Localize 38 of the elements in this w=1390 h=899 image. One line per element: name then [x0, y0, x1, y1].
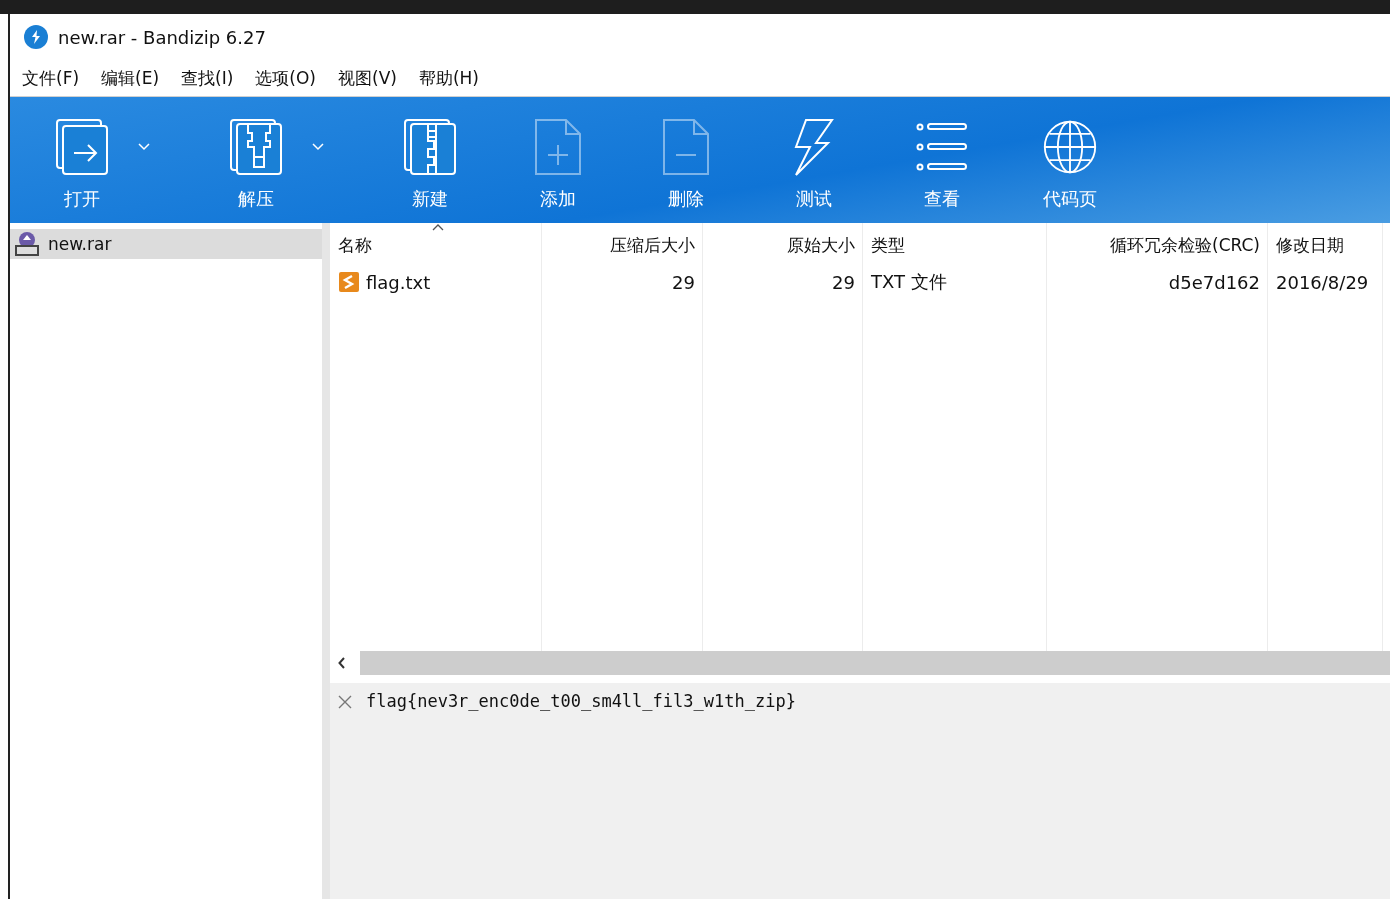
menu-item[interactable]: 文件(F): [22, 66, 80, 90]
column-header[interactable]: 修改日期: [1268, 223, 1383, 263]
column-header[interactable]: 压缩后大小: [542, 223, 703, 263]
menu-item[interactable]: 编辑(E): [101, 66, 160, 90]
toolbar-button[interactable]: 测试: [764, 97, 864, 211]
zip-archive-icon: [228, 117, 284, 177]
table-cell: d5e7d162: [1168, 271, 1260, 293]
caret-icon[interactable]: [312, 143, 324, 151]
table-cell: 29: [832, 271, 855, 293]
caret-icon[interactable]: [138, 143, 150, 151]
zip-archive-icon: [402, 117, 458, 177]
toolbar-button[interactable]: 代码页: [1020, 97, 1120, 211]
table-row[interactable]: flag.txt 29 29 TXT 文件 d5e7d162 2016/8/29: [330, 263, 1390, 301]
archive-file-icon: [14, 231, 40, 257]
sidebar-item[interactable]: new.rar: [10, 229, 322, 259]
toolbar-button[interactable]: 新建: [380, 97, 480, 211]
column-header[interactable]: 类型: [863, 223, 1047, 263]
menu-item[interactable]: 帮助(H): [418, 66, 479, 90]
scroll-left-icon[interactable]: [338, 657, 346, 669]
toolbar-button[interactable]: 打开: [32, 97, 132, 211]
toolbar-button[interactable]: 查看: [892, 97, 992, 211]
close-icon[interactable]: [338, 695, 352, 709]
table-cell: 29: [672, 271, 695, 293]
toolbar-button[interactable]: 解压: [206, 97, 306, 211]
comment-text: flag{nev3r_enc0de_t00_sm4ll_fil3_w1th_zip}: [366, 691, 796, 711]
menu-item[interactable]: 查找(I): [181, 66, 234, 90]
app-logo-icon: [24, 25, 48, 49]
table-cell: flag.txt: [366, 271, 431, 293]
column-header[interactable]: 原始大小: [703, 223, 863, 263]
document-arrow-icon: [54, 117, 110, 177]
column-header[interactable]: 名称: [330, 223, 542, 263]
table-cell: 2016/8/29: [1276, 271, 1369, 293]
table-cell: TXT 文件: [871, 270, 947, 294]
text-file-icon: [338, 271, 360, 293]
menu-item[interactable]: 视图(V): [338, 66, 397, 90]
window-title: new.rar - Bandizip 6.27: [58, 26, 266, 48]
menu-item[interactable]: 选项(O): [255, 66, 316, 90]
column-header[interactable]: 循环冗余检验(CRC): [1047, 223, 1268, 263]
